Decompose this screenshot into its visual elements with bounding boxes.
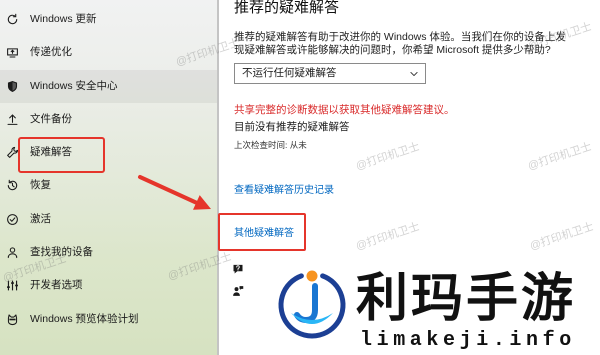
insider-cat-icon bbox=[6, 313, 19, 326]
logo-title: 利玛手游 bbox=[356, 270, 577, 328]
sidebar-item-label: 激活 bbox=[30, 212, 51, 225]
sidebar-item-windows-update[interactable]: Windows 更新 bbox=[0, 3, 217, 36]
diagnostic-data-warning: 共享完整的诊断数据以获取其他疑难解答建议。 bbox=[234, 104, 455, 116]
developer-bars-icon bbox=[6, 279, 19, 292]
logo-domain: limakeji.info bbox=[360, 329, 576, 352]
sidebar-item-recovery[interactable]: 恢复 bbox=[0, 169, 217, 202]
dropdown-selected-value: 不运行任何疑难解答 bbox=[242, 67, 337, 79]
site-logo-icon bbox=[278, 270, 346, 339]
page-title: 推荐的疑难解答 bbox=[234, 0, 340, 16]
sidebar-item-label: 恢复 bbox=[30, 179, 51, 192]
sidebar-item-label: Windows 安全中心 bbox=[30, 79, 118, 92]
feedback-icon[interactable] bbox=[232, 285, 244, 297]
settings-sidebar: Windows 更新 传递优化 Windows 安全中心 文件备份 疑难解答 恢… bbox=[0, 0, 217, 355]
sidebar-item-label: 查找我的设备 bbox=[30, 246, 93, 259]
recovery-icon bbox=[6, 179, 19, 192]
view-troubleshoot-history-link[interactable]: 查看疑难解答历史记录 bbox=[234, 184, 334, 197]
check-circle-icon bbox=[6, 213, 19, 226]
last-checked-time: 上次检查时间: 从未 bbox=[234, 140, 307, 150]
sidebar-item-find-my-device[interactable]: 查找我的设备 bbox=[0, 236, 217, 269]
other-troubleshooters-highlight-box bbox=[218, 213, 306, 251]
delivery-optimization-icon bbox=[6, 46, 19, 59]
chevron-down-icon bbox=[409, 69, 419, 79]
find-device-icon bbox=[6, 246, 19, 259]
sidebar-item-label: 开发者选项 bbox=[30, 279, 83, 292]
sidebar-item-developer-options[interactable]: 开发者选项 bbox=[0, 269, 217, 302]
sidebar-item-label: Windows 更新 bbox=[30, 13, 97, 25]
sidebar-item-label: 传递优化 bbox=[30, 46, 72, 59]
sidebar-item-activation[interactable]: 激活 bbox=[0, 203, 217, 236]
shield-icon bbox=[6, 80, 19, 93]
sidebar-item-delivery-optimization[interactable]: 传递优化 bbox=[0, 36, 217, 69]
refresh-icon bbox=[6, 13, 19, 26]
sidebar-item-file-backup[interactable]: 文件备份 bbox=[0, 103, 217, 136]
troubleshoot-highlight-box bbox=[18, 137, 105, 173]
sidebar-item-windows-security[interactable]: Windows 安全中心 bbox=[0, 69, 217, 103]
sidebar-item-label: 文件备份 bbox=[30, 112, 72, 125]
recommended-troubleshooting-description: 推荐的疑难解答有助于改进你的 Windows 体验。当我们在你的设备上发现疑难解… bbox=[234, 31, 566, 56]
backup-upload-icon bbox=[6, 113, 19, 126]
sidebar-item-label: Windows 预览体验计划 bbox=[30, 312, 139, 325]
get-help-icon[interactable] bbox=[232, 263, 244, 275]
sidebar-item-windows-insider[interactable]: Windows 预览体验计划 bbox=[0, 303, 217, 336]
troubleshooting-level-dropdown[interactable]: 不运行任何疑难解答 bbox=[234, 63, 426, 84]
recommendation-status: 目前没有推荐的疑难解答 bbox=[234, 121, 350, 133]
